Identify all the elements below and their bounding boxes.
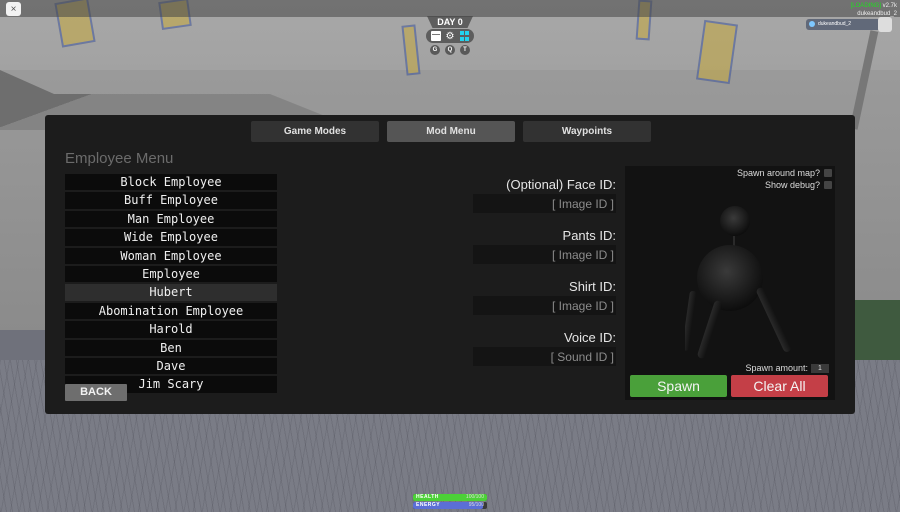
clear-all-button[interactable]: Clear All xyxy=(731,375,828,397)
premium-gem-icon xyxy=(809,21,815,27)
employee-item-dave[interactable]: Dave xyxy=(65,357,277,375)
shirt-id-label: Shirt ID: xyxy=(569,279,616,294)
shirt-id-input[interactable] xyxy=(473,296,616,315)
voice-id-input[interactable] xyxy=(473,347,616,366)
employee-item-buff-employee[interactable]: Buff Employee xyxy=(65,192,277,209)
voice-id-label: Voice ID: xyxy=(563,330,616,345)
health-value: 100/100 xyxy=(465,494,484,500)
day-hud: DAY 0 ⚙ G Q T xyxy=(419,16,481,55)
health-bar: HEALTH 100/100 xyxy=(413,494,487,501)
employee-preview: Spawn around map? Show debug? Spawn amou… xyxy=(625,166,835,400)
energy-bar: ENERGY 95/100 xyxy=(413,502,487,509)
grid-menu-icon[interactable] xyxy=(459,31,469,41)
model-head xyxy=(720,206,750,236)
back-button[interactable]: BACK xyxy=(65,384,127,401)
grass-patch xyxy=(855,300,900,360)
tab-mod-menu[interactable]: Mod Menu xyxy=(387,121,515,142)
employee-item-block-employee[interactable]: Block Employee xyxy=(65,174,277,191)
face-id-field-group: (Optional) Face ID: xyxy=(473,175,616,213)
hotkey-q: Q xyxy=(445,45,455,55)
show-debug-checkbox[interactable] xyxy=(824,181,832,189)
model-right-leg xyxy=(756,287,791,352)
energy-value: 95/100 xyxy=(468,502,484,508)
player-name: dukeandbud_2 xyxy=(818,21,852,27)
hotkey-t: T xyxy=(460,45,470,55)
energy-label: ENERGY xyxy=(416,502,441,508)
employee-model-preview xyxy=(685,206,791,359)
spawn-amount-input[interactable] xyxy=(811,363,829,373)
employee-item-woman-employee[interactable]: Woman Employee xyxy=(65,247,277,264)
voice-id-field-group: Voice ID: xyxy=(473,328,616,366)
loading-status: [LOADING] xyxy=(850,3,881,9)
employee-item-employee[interactable]: Employee xyxy=(65,265,277,283)
model-neck xyxy=(733,236,735,246)
tab-waypoints[interactable]: Waypoints xyxy=(523,121,651,142)
mod-menu-panel: Game Modes Mod Menu Waypoints Employee M… xyxy=(45,115,855,414)
model-left-leg xyxy=(697,300,722,359)
version-info: [LOADING] v2.7k dukeandbud_2 xyxy=(851,2,897,18)
employee-item-ben[interactable]: Ben xyxy=(65,339,277,356)
spawn-button[interactable]: Spawn xyxy=(630,375,727,397)
version-label: v2.7k xyxy=(882,3,897,9)
gear-icon[interactable]: ⚙ xyxy=(445,31,455,42)
employee-item-harold[interactable]: Harold xyxy=(65,321,277,338)
employee-item-man-employee[interactable]: Man Employee xyxy=(65,210,277,228)
spawn-around-map-label: Spawn around map? xyxy=(736,168,820,178)
tab-bar: Game Modes Mod Menu Waypoints xyxy=(251,121,651,142)
face-id-label: (Optional) Face ID: xyxy=(506,177,616,192)
shirt-id-field-group: Shirt ID: xyxy=(473,277,616,315)
pants-id-label: Pants ID: xyxy=(562,228,616,243)
health-label: HEALTH xyxy=(416,494,439,500)
pants-id-field-group: Pants ID: xyxy=(473,226,616,264)
pants-id-input[interactable] xyxy=(473,245,616,264)
tab-game-modes[interactable]: Game Modes xyxy=(251,121,379,142)
close-icon: × xyxy=(10,3,17,15)
hotkey-hints: G Q T xyxy=(430,45,470,55)
model-body xyxy=(697,245,763,311)
employee-item-wide-employee[interactable]: Wide Employee xyxy=(65,229,277,246)
spawn-around-map-checkbox[interactable] xyxy=(824,169,832,177)
top-bar xyxy=(0,0,900,17)
show-debug-label: Show debug? xyxy=(764,180,820,190)
day-counter: DAY 0 xyxy=(427,16,473,28)
employee-list: Block Employee Buff Employee Man Employe… xyxy=(65,174,277,393)
show-debug-option: Show debug? xyxy=(765,180,832,190)
spawn-amount-group: Spawn amount: xyxy=(745,363,829,373)
employee-menu-title: Employee Menu xyxy=(65,150,174,167)
hotkey-g: G xyxy=(430,45,440,55)
appearance-fields: (Optional) Face ID: Pants ID: Shirt ID: … xyxy=(473,175,616,379)
employee-item-abomination-employee[interactable]: Abomination Employee xyxy=(65,302,277,320)
employee-item-hubert[interactable]: Hubert xyxy=(65,284,277,301)
avatar[interactable] xyxy=(878,17,892,32)
hud-icon-bar: ⚙ xyxy=(426,29,474,43)
spawn-amount-label: Spawn amount: xyxy=(745,363,808,373)
spawn-around-map-option: Spawn around map? xyxy=(737,168,832,178)
inventory-box-icon[interactable] xyxy=(431,31,441,41)
close-button[interactable]: × xyxy=(6,2,21,16)
player-stats: HEALTH 100/100 ENERGY 95/100 xyxy=(413,494,487,510)
face-id-input[interactable] xyxy=(473,194,616,213)
model-left-arm xyxy=(685,290,697,351)
